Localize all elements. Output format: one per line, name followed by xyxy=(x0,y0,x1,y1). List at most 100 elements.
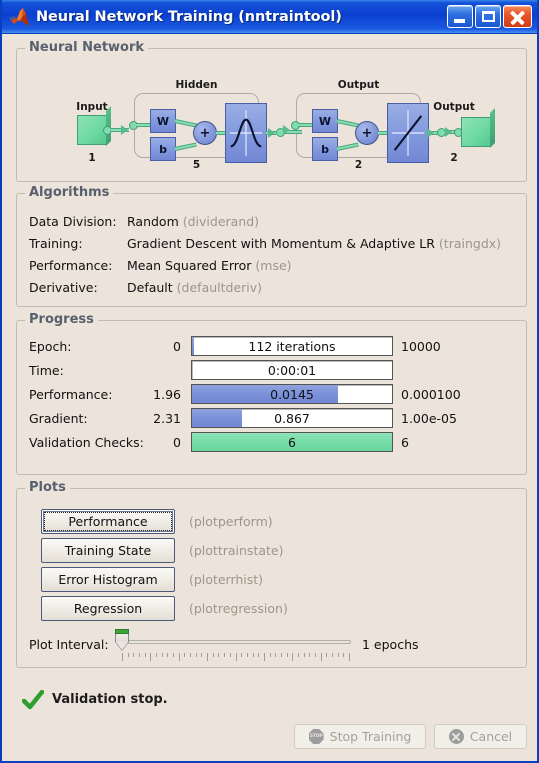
window-controls xyxy=(447,5,534,28)
slider-tick xyxy=(236,653,237,661)
hidden-sum-node: + xyxy=(193,121,217,145)
arrow-hidden-out xyxy=(268,128,275,138)
minimize-button[interactable] xyxy=(447,5,473,28)
plots-group: Plots Performance (plotperform) Training… xyxy=(16,480,527,668)
slider-tick xyxy=(332,653,333,657)
maximize-button[interactable] xyxy=(475,5,501,28)
output-weight-block: W xyxy=(312,109,338,133)
performance-progress-bar: 0.0145 xyxy=(191,384,393,404)
neural-network-group: Neural Network Hidden Output Input Outpu… xyxy=(16,40,527,182)
grad-goal: 1.00e-05 xyxy=(401,411,457,426)
plot-performance-button[interactable]: Performance xyxy=(41,509,175,534)
epoch-max: 10000 xyxy=(401,339,441,354)
plots-legend: Plots xyxy=(25,480,70,495)
arrow-hidden-to-output xyxy=(283,125,290,135)
slider-tick xyxy=(281,653,282,657)
focus-ring xyxy=(44,512,172,531)
slider-tick xyxy=(162,653,163,657)
status-message: Validation stop. xyxy=(52,692,168,707)
slider-tick xyxy=(298,653,299,657)
nntraintool-window: Neural Network Training (nntraintool) Ne… xyxy=(0,0,539,763)
plot-interval-value: 1 epochs xyxy=(362,637,419,652)
slider-tick xyxy=(184,653,185,657)
training-text: Gradient Descent with Momentum & Adaptiv… xyxy=(127,236,435,251)
plot-training-state-label: Training State xyxy=(64,543,152,558)
green-check-icon xyxy=(21,689,45,710)
minimize-icon xyxy=(454,19,465,23)
performance-text: Mean Squared Error xyxy=(127,258,252,273)
perf-start: 1.96 xyxy=(153,387,181,402)
cancel-circle-icon xyxy=(448,729,464,744)
hidden-bias-block: b xyxy=(150,137,176,161)
algorithms-group: Algorithms Data Division: Random (divide… xyxy=(16,185,527,307)
slider-tick xyxy=(264,653,265,661)
plot-regression-button[interactable]: Regression xyxy=(41,596,175,621)
derivative-fn: (defaultderiv) xyxy=(176,280,263,295)
plot-error-histogram-label: Error Histogram xyxy=(58,572,158,587)
plot-training-state-fn: (plottrainstate) xyxy=(189,543,284,558)
slider-tick xyxy=(207,653,208,661)
slider-tick xyxy=(309,653,310,657)
progress-group: Progress Epoch: 0 112 iterations 10000 T… xyxy=(16,312,527,475)
slider-tick xyxy=(133,653,134,657)
output-transfer-function-block xyxy=(387,103,429,163)
stop-sign-icon: STOP xyxy=(308,729,324,744)
slider-tick xyxy=(179,653,180,661)
derivative-label: Derivative: xyxy=(29,280,98,295)
data-division-text: Random xyxy=(127,214,179,229)
slider-tick xyxy=(338,653,339,657)
input-title: Input xyxy=(76,101,108,113)
slider-tick xyxy=(343,653,344,657)
slider-tick xyxy=(122,653,123,661)
plot-training-state-button[interactable]: Training State xyxy=(41,538,175,563)
window-title: Neural Network Training (nntraintool) xyxy=(36,8,342,25)
slider-tick xyxy=(326,653,327,657)
performance-fn: (mse) xyxy=(255,258,292,273)
slider-tick xyxy=(247,653,248,657)
slider-tick xyxy=(156,653,157,657)
stop-training-button[interactable]: STOP Stop Training xyxy=(294,724,426,749)
algorithms-legend: Algorithms xyxy=(25,185,114,200)
time-progress-bar: 0:00:01 xyxy=(191,360,393,380)
output-block xyxy=(461,117,491,147)
slider-tick xyxy=(218,653,219,657)
slider-tick xyxy=(173,653,174,657)
slider-tick xyxy=(304,653,305,657)
data-division-label: Data Division: xyxy=(29,214,117,229)
arrow-to-output-block xyxy=(445,127,452,137)
output-title: Output xyxy=(433,101,475,113)
training-fn: (traingdx) xyxy=(438,236,502,251)
valcheck-start: 0 xyxy=(173,435,181,450)
slider-tick xyxy=(287,653,288,657)
cancel-button[interactable]: Cancel xyxy=(434,724,527,749)
time-label: Time: xyxy=(29,363,64,378)
performance-value: Mean Squared Error (mse) xyxy=(127,258,292,273)
slider-tick xyxy=(315,653,316,657)
slider-tick xyxy=(139,653,140,657)
output-sum-node: + xyxy=(355,121,379,145)
slider-tick xyxy=(275,653,276,657)
plot-interval-slider-thumb[interactable] xyxy=(115,629,129,651)
validation-checks-progress-bar: 6 xyxy=(191,432,393,452)
close-button[interactable] xyxy=(503,5,532,28)
plot-interval-slider-track[interactable] xyxy=(121,640,351,644)
plot-regression-label: Regression xyxy=(73,601,143,616)
slider-tick xyxy=(167,653,168,657)
input-count: 1 xyxy=(88,152,96,164)
plot-error-histogram-button[interactable]: Error Histogram xyxy=(41,567,175,592)
slider-thumb-tip xyxy=(115,641,129,650)
time-bar-text: 0:00:01 xyxy=(267,362,317,378)
hidden-weight-block: W xyxy=(150,109,176,133)
validation-checks-bar-text: 6 xyxy=(288,434,296,450)
perf-goal: 0.000100 xyxy=(401,387,461,402)
data-division-value: Random (dividerand) xyxy=(127,214,259,229)
epoch-min: 0 xyxy=(173,339,181,354)
slider-tick xyxy=(224,653,225,657)
arrow-output-out xyxy=(427,128,434,138)
plot-interval-label: Plot Interval: xyxy=(29,637,109,652)
slider-tick xyxy=(270,653,271,657)
slider-tick xyxy=(201,653,202,657)
arrow-input-hidden xyxy=(121,125,128,135)
output-layer-title: Output xyxy=(337,79,380,91)
epoch-bar-text: 112 iterations xyxy=(248,338,336,354)
